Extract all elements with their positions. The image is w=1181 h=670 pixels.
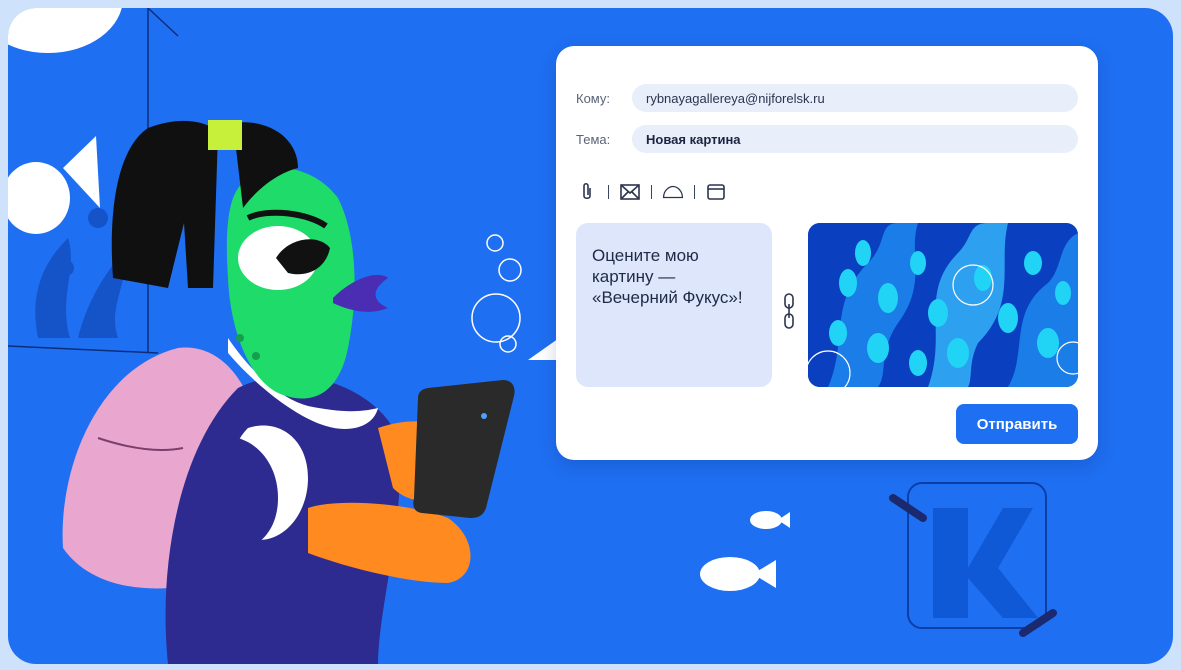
composer-toolbar bbox=[576, 180, 727, 204]
toolbar-divider bbox=[651, 185, 652, 199]
cloud-icon[interactable] bbox=[662, 181, 684, 203]
window-icon[interactable] bbox=[705, 181, 727, 203]
illustration-stage: Кому: rybnayagallereya@nijforelsk.ru Тем… bbox=[8, 8, 1173, 664]
subject-label: Тема: bbox=[576, 131, 611, 147]
vk-logo-icon bbox=[889, 482, 1057, 637]
to-label: Кому: bbox=[576, 90, 610, 106]
white-blob bbox=[8, 8, 122, 53]
fish-small-icon bbox=[750, 511, 790, 529]
message-body[interactable]: Оцените мою картину — «Вечерний Фукус»! bbox=[576, 223, 772, 387]
fish-left-icon bbox=[8, 136, 100, 234]
fish-medium-icon bbox=[700, 557, 776, 591]
send-button[interactable]: Отправить bbox=[956, 404, 1078, 444]
phone bbox=[413, 380, 515, 518]
bubbles bbox=[471, 234, 522, 353]
toolbar-divider bbox=[608, 185, 609, 199]
attached-painting[interactable] bbox=[808, 223, 1078, 387]
to-field[interactable]: rybnayagallereya@nijforelsk.ru bbox=[632, 84, 1078, 112]
envelope-icon[interactable] bbox=[619, 181, 641, 203]
hair bbox=[111, 120, 218, 288]
subject-field[interactable]: Новая картина bbox=[632, 125, 1078, 153]
email-composer: Кому: rybnayagallereya@nijforelsk.ru Тем… bbox=[556, 46, 1098, 460]
seaweed-painting bbox=[808, 223, 1078, 387]
subject-row: Тема: Новая картина bbox=[576, 125, 1078, 153]
paperclip-icon[interactable] bbox=[576, 181, 598, 203]
to-row: Кому: rybnayagallereya@nijforelsk.ru bbox=[576, 84, 1078, 112]
toolbar-divider bbox=[694, 185, 695, 199]
chain-link-icon bbox=[784, 293, 794, 329]
message-text: Оцените мою картину — «Вечерний Фукус»! bbox=[592, 246, 743, 307]
hair-clip bbox=[208, 120, 242, 150]
